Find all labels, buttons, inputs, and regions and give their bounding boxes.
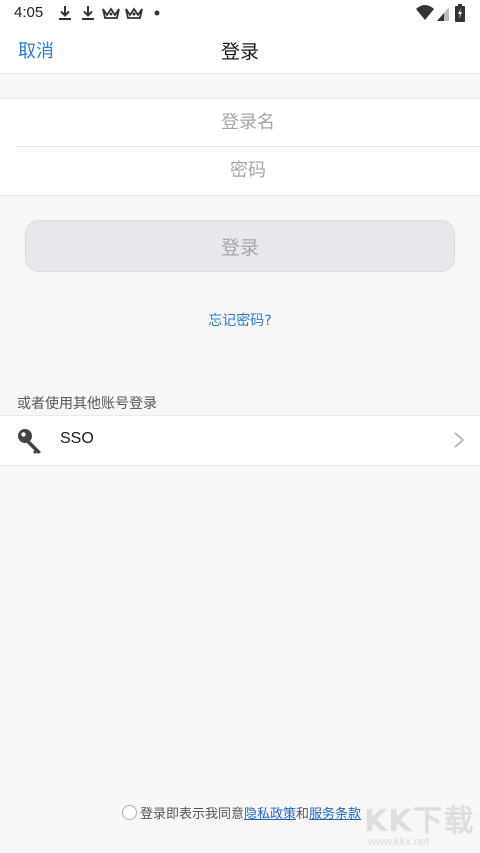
login-name-input[interactable] xyxy=(16,99,480,146)
nav-bar: 取消 登录 xyxy=(0,26,480,74)
privacy-policy-link[interactable]: 隐私政策 xyxy=(244,803,296,822)
other-login-label: 或者使用其他账号登录 xyxy=(17,396,157,412)
sso-login-row[interactable]: SSO xyxy=(0,415,480,466)
chevron-right-icon xyxy=(454,432,465,448)
agree-checkbox[interactable] xyxy=(122,804,137,820)
wifi-icon xyxy=(416,5,434,20)
status-bar: 4:05 xyxy=(0,0,480,26)
download-icon xyxy=(59,6,71,20)
dot-icon xyxy=(154,10,160,16)
watermark-text: KK下载 xyxy=(364,804,475,839)
status-time: 4:05 xyxy=(14,4,44,21)
battery-charging-icon xyxy=(455,4,465,22)
key-icon xyxy=(18,429,41,454)
forgot-password-link[interactable]: 忘记密码? xyxy=(0,310,480,330)
agreement-row: 登录即表示我同意 隐私政策 和 服务条款 xyxy=(122,801,361,823)
agreement-prefix: 登录即表示我同意 xyxy=(140,806,245,822)
watermark-url: www.kkx.net xyxy=(368,836,430,848)
signal-icon xyxy=(437,7,449,21)
password-input[interactable] xyxy=(16,147,480,194)
sso-label: SSO xyxy=(60,430,94,447)
agreement-conjunction: 和 xyxy=(296,806,310,822)
app-crown-icon xyxy=(125,7,143,19)
page-title: 登录 xyxy=(220,41,259,63)
login-button-label: 登录 xyxy=(220,236,259,259)
watermark: KK下载 www.kkx.net xyxy=(364,796,480,853)
download-icon xyxy=(82,6,94,20)
terms-of-service-link[interactable]: 服务条款 xyxy=(309,803,361,822)
login-form xyxy=(0,98,480,196)
login-button[interactable]: 登录 xyxy=(25,220,455,272)
app-crown-icon xyxy=(102,7,120,19)
